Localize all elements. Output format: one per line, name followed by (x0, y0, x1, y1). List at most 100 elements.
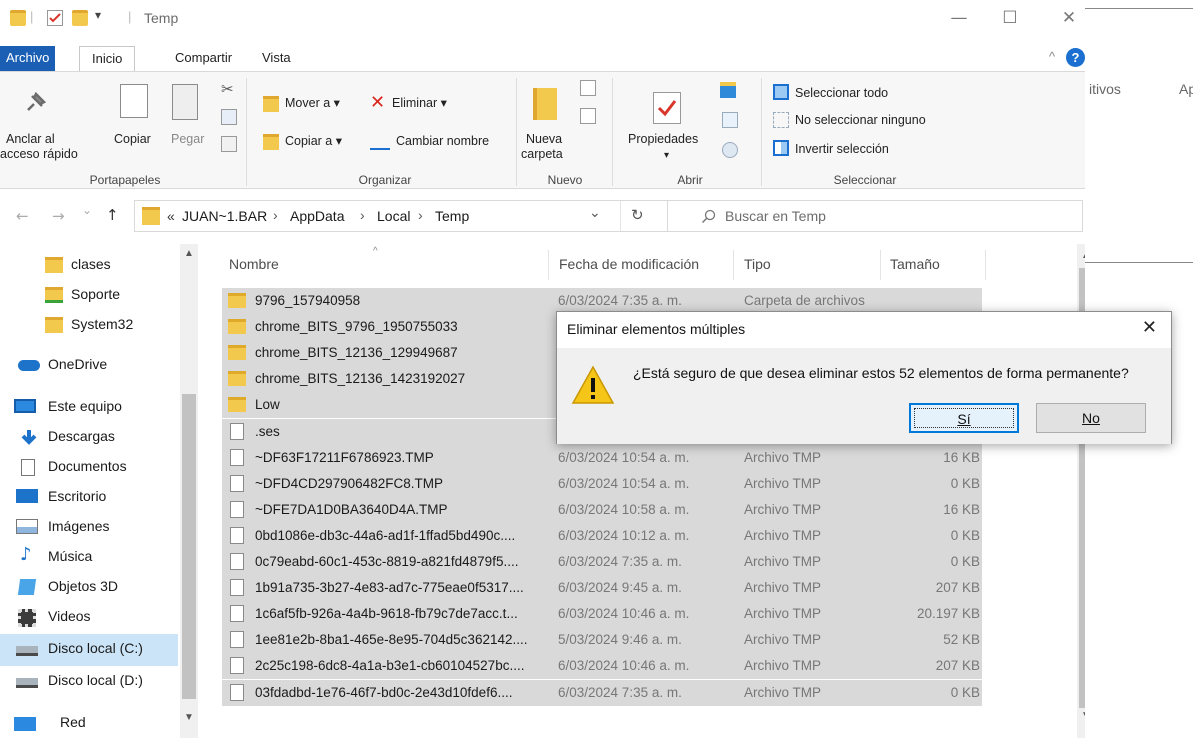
sidebar-item-documentos[interactable]: Documentos (0, 452, 178, 482)
pin-label-1[interactable]: Anclar al (6, 132, 55, 147)
qat-dropdown-icon[interactable]: ▾ (95, 8, 101, 22)
address-dropdown-icon[interactable]: ⌄ (589, 205, 601, 221)
open-icon[interactable] (720, 82, 736, 98)
maximize-button[interactable]: ☐ (996, 8, 1024, 28)
rename-button[interactable]: Cambiar nombre (396, 134, 489, 149)
column-header-type[interactable]: Tipo (744, 256, 771, 272)
new-folder-label-1[interactable]: Nueva (526, 132, 562, 147)
scroll-down-icon[interactable]: ▼ (184, 712, 194, 723)
breadcrumb-juan[interactable]: JUAN~1.BAR (182, 208, 267, 224)
address-bar[interactable]: « JUAN~1.BAR › AppData › Local › Temp ⌄ … (134, 200, 668, 232)
invert-selection-button[interactable]: Invertir selección (795, 142, 889, 157)
sidebar-item-disco-c[interactable]: Disco local (C:) (0, 634, 178, 666)
pin-label-2[interactable]: acceso rápido (0, 147, 78, 162)
copy-button[interactable]: Copiar (114, 132, 151, 147)
table-row[interactable]: 0bd1086e-db3c-44a6-ad1f-1ffad5bd490c....… (222, 522, 982, 549)
menu-inicio[interactable]: Inicio (79, 46, 136, 72)
close-button[interactable]: ✕ (1055, 8, 1083, 28)
table-row[interactable]: 1b91a735-3b27-4e83-ad7c-775eae0f5317....… (222, 575, 982, 602)
move-to-icon[interactable] (263, 96, 279, 112)
properties-button[interactable]: Propiedades (628, 132, 698, 147)
sidebar-scrollbar[interactable]: ▲ ▼ (180, 244, 198, 738)
column-header-name[interactable]: Nombre (229, 256, 279, 272)
new-folder-label-2[interactable]: carpeta (521, 147, 563, 162)
paste-icon[interactable] (172, 84, 198, 120)
cut-icon[interactable]: ✂ (221, 80, 237, 98)
new-folder-qat-icon[interactable] (72, 10, 88, 26)
sidebar-item-descargas[interactable]: Descargas (0, 422, 178, 452)
back-button[interactable]: ← (16, 207, 29, 225)
history-icon[interactable] (722, 142, 738, 158)
delete-icon[interactable]: ✕ (370, 92, 385, 113)
invert-selection-icon[interactable] (773, 140, 789, 156)
table-row[interactable]: ~DFE7DA1D0BA3640D4A.TMP 6/03/2024 10:58 a… (222, 496, 982, 523)
paste-shortcut-icon[interactable] (221, 136, 237, 152)
copy-to-icon[interactable] (263, 134, 279, 150)
table-row[interactable]: 1ee81e2b-8ba1-465e-8e95-704d5c362142....… (222, 627, 982, 654)
menu-archivo[interactable]: Archivo (0, 46, 56, 71)
sidebar-item-system32[interactable]: System32 (0, 310, 178, 340)
column-divider[interactable] (985, 250, 986, 280)
delete-button[interactable]: Eliminar ▾ (392, 96, 447, 111)
edit-icon[interactable] (722, 112, 738, 128)
sidebar-item-este-equipo[interactable]: Este equipo (0, 392, 178, 422)
sidebar-item-musica[interactable]: ♪ Música (0, 542, 178, 572)
menu-vista[interactable]: Vista (262, 50, 291, 65)
rename-icon[interactable] (370, 134, 390, 150)
column-divider[interactable] (548, 250, 549, 280)
paste-button[interactable]: Pegar (171, 132, 204, 147)
pin-icon[interactable] (20, 88, 50, 121)
table-row[interactable]: 1c6af5fb-926a-4a4b-9618-fb79c7de7acc.t..… (222, 601, 982, 628)
collapse-ribbon-icon[interactable]: ^ (1049, 49, 1055, 64)
minimize-button[interactable]: — (945, 8, 973, 28)
move-to-button[interactable]: Mover a ▾ (285, 96, 340, 111)
select-none-button[interactable]: No seleccionar ninguno (795, 113, 926, 128)
properties-icon[interactable] (653, 92, 681, 124)
new-item-icon[interactable] (580, 80, 596, 96)
column-header-size[interactable]: Tamaño (890, 256, 940, 272)
table-row[interactable]: 03fdadbd-1e76-46f7-bd0c-2e43d10fdef6....… (222, 679, 982, 706)
table-row[interactable]: ~DF63F17211F6786923.TMP 6/03/2024 10:54 a… (222, 444, 982, 471)
properties-qat-icon[interactable] (47, 10, 63, 26)
path-overflow[interactable]: « (167, 208, 175, 224)
new-folder-icon[interactable] (533, 88, 557, 120)
select-all-button[interactable]: Seleccionar todo (795, 86, 888, 101)
table-row[interactable]: 0c79eabd-60c1-453c-8819-a821fd4879f5....… (222, 549, 982, 575)
select-none-icon[interactable] (773, 112, 789, 128)
yes-button[interactable]: Sí (909, 403, 1019, 433)
menu-compartir[interactable]: Compartir (175, 50, 232, 65)
scroll-up-icon[interactable]: ▲ (184, 248, 194, 259)
breadcrumb-appdata[interactable]: AppData (290, 208, 344, 224)
easy-access-icon[interactable] (580, 108, 596, 124)
copy-to-button[interactable]: Copiar a ▾ (285, 134, 342, 149)
sidebar-item-objetos-3d[interactable]: Objetos 3D (0, 572, 178, 602)
forward-button[interactable]: → (52, 207, 65, 225)
properties-dropdown-icon[interactable]: ▾ (664, 148, 669, 163)
sidebar-item-onedrive[interactable]: OneDrive (0, 350, 178, 380)
recent-locations-button[interactable]: ⌄ (82, 203, 92, 217)
copy-path-icon[interactable] (221, 109, 237, 125)
column-header-date[interactable]: Fecha de modificación (559, 256, 699, 272)
no-button[interactable]: No (1036, 403, 1146, 433)
breadcrumb-temp[interactable]: Temp (435, 208, 469, 224)
sidebar-item-imagenes[interactable]: Imágenes (0, 512, 178, 542)
column-divider[interactable] (733, 250, 734, 280)
help-icon[interactable]: ? (1066, 48, 1085, 67)
copy-icon[interactable] (120, 84, 148, 118)
column-divider[interactable] (880, 250, 881, 280)
table-row[interactable]: 2c25c198-6dc8-4a1a-b3e1-cb60104527bc....… (222, 653, 982, 680)
sidebar-item-clases[interactable]: clases (0, 250, 178, 280)
breadcrumb-local[interactable]: Local (377, 208, 410, 224)
sidebar-item-escritorio[interactable]: Escritorio (0, 482, 178, 512)
sidebar-item-disco-d[interactable]: Disco local (D:) (0, 666, 178, 696)
sidebar-item-videos[interactable]: Videos (0, 602, 178, 632)
sidebar-item-red[interactable]: Red (0, 708, 178, 738)
select-all-icon[interactable] (773, 84, 789, 100)
table-row[interactable]: ~DFD4CD297906482FC8.TMP 6/03/2024 10:54 a… (222, 470, 982, 497)
dialog-close-button[interactable]: ✕ (1142, 317, 1157, 338)
refresh-icon[interactable]: ↻ (631, 206, 644, 224)
sidebar-scroll-thumb[interactable] (182, 394, 196, 699)
sidebar-item-soporte[interactable]: Soporte (0, 280, 178, 310)
search-input[interactable]: Buscar en Temp (667, 200, 1083, 232)
up-button[interactable]: ↑ (106, 206, 119, 224)
